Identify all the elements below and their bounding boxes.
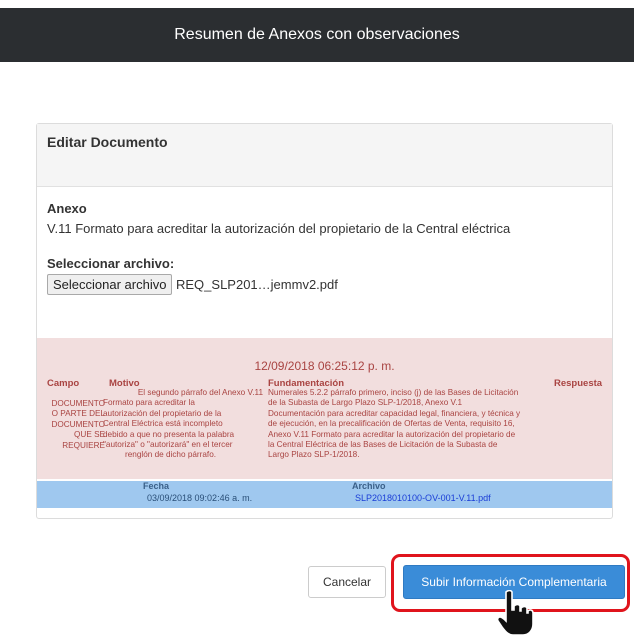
fecha-label: Fecha xyxy=(143,481,170,491)
observation-alert: 12/09/2018 06:25:12 p. m. Campo Motivo F… xyxy=(37,338,612,479)
selected-file-name: REQ_SLP201…jemmv2.pdf xyxy=(176,277,338,292)
motivo-line: autorización del propietario de la xyxy=(103,408,222,418)
campo-line: REQUIERE xyxy=(62,440,105,450)
campo-line: QUE SE xyxy=(74,430,105,440)
motivo-line: "autoriza" o "autorizará" en el tercer xyxy=(103,440,233,450)
motivo-line: El segundo párrafo del Anexo V.11 xyxy=(137,388,263,397)
fundamentacion-cell: Numerales 5.2.2 párrafo primero, inciso … xyxy=(268,388,568,461)
campo-line: O PARTE DEL xyxy=(51,409,105,419)
fundamentacion-line: de ejecución, en la precalificación de O… xyxy=(268,419,515,429)
campo-line: DOCUMENTO xyxy=(51,419,105,429)
campo-cell: DOCUMENTO O PARTE DEL DOCUMENTO QUE SE R… xyxy=(47,399,105,451)
archivo-label: Archivo xyxy=(352,481,386,491)
fundamentacion-line: de la Subasta de Largo Plazo SLP-1/2018,… xyxy=(268,398,463,408)
attachment-link[interactable]: SLP2018010100-OV-001-V.11.pdf xyxy=(355,493,491,503)
fundamentacion-line: la Central Eléctrica de las Bases de Lic… xyxy=(268,440,498,450)
fecha-value: 03/09/2018 09:02:46 a. m. xyxy=(147,493,253,503)
hand-pointer-icon xyxy=(496,590,534,636)
select-file-button[interactable]: Seleccionar archivo xyxy=(47,274,173,295)
top-edge xyxy=(0,0,634,8)
page-title: Resumen de Anexos con observaciones xyxy=(174,26,460,43)
fundamentacion-line: Anexo V.11 Formato para acreditar la aut… xyxy=(268,429,516,439)
panel-header: Editar Documento xyxy=(37,124,612,187)
attachment-row: Fecha 03/09/2018 09:02:46 a. m. Archivo … xyxy=(37,481,612,508)
fundamentacion-line: Documentación para acreditar capacidad l… xyxy=(268,408,521,418)
panel-title: Editar Documento xyxy=(47,134,168,150)
anexo-label: Anexo xyxy=(47,201,87,216)
fundamentacion-line: Numerales 5.2.2 párrafo primero, inciso … xyxy=(268,388,519,397)
motivo-line: renglón de dicho párrafo. xyxy=(125,450,217,460)
motivo-line: debido a que no presenta la palabra xyxy=(103,429,235,439)
motivo-cell: El segundo párrafo del Anexo V.11 Format… xyxy=(103,388,263,461)
cancel-button[interactable]: Cancelar xyxy=(308,566,386,598)
motivo-line: Central Eléctrica está incompleto xyxy=(103,419,223,429)
motivo-line: Formato para acreditar la xyxy=(103,398,195,408)
campo-line: DOCUMENTO xyxy=(51,399,105,408)
header-bar: Resumen de Anexos con observaciones xyxy=(0,0,634,62)
anexo-value: V.11 Formato para acreditar la autorizac… xyxy=(47,221,511,236)
edit-document-panel: Editar Documento Anexo V.11 Formato para… xyxy=(36,123,613,519)
column-header-campo: Campo xyxy=(47,378,80,389)
observation-date: 12/09/2018 06:25:12 p. m. xyxy=(254,359,395,373)
file-label: Seleccionar archivo: xyxy=(47,256,175,271)
fundamentacion-line: Largo Plazo SLP-1/2018. xyxy=(268,450,360,460)
